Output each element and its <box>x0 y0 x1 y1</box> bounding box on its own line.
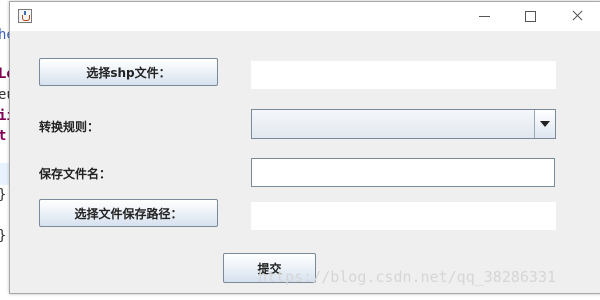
chevron-down-icon <box>540 121 550 127</box>
editor-line: } <box>0 228 6 244</box>
minimize-icon <box>479 16 490 17</box>
choose-save-path-button[interactable]: 选择文件保存路径： <box>39 199 218 227</box>
maximize-icon <box>525 11 536 22</box>
minimize-button[interactable] <box>462 2 508 31</box>
save-filename-label: 保存文件名： <box>39 167 112 181</box>
java-cup-icon[interactable] <box>18 9 32 23</box>
editor-line: t <box>0 128 7 144</box>
save-filename-input[interactable] <box>251 158 555 187</box>
dropdown-arrow-button[interactable] <box>534 110 555 138</box>
dialog-window: 选择shp文件： 转换规则： 保存文件名： 选择文件保存路径： 提交 <box>9 1 600 294</box>
form-panel: 选择shp文件： 转换规则： 保存文件名： 选择文件保存路径： 提交 <box>10 31 600 293</box>
save-path-field[interactable] <box>251 202 556 230</box>
watermark-text: https://blog.csdn.net/qq_38286331 <box>258 268 557 286</box>
close-button[interactable] <box>554 2 600 31</box>
conversion-rule-label: 转换规则： <box>39 120 100 134</box>
choose-shp-file-button[interactable]: 选择shp文件： <box>39 58 218 86</box>
title-bar[interactable] <box>10 2 600 31</box>
shp-path-field[interactable] <box>251 61 556 89</box>
editor-line: } <box>0 187 6 203</box>
conversion-rule-select[interactable] <box>251 109 556 139</box>
maximize-button[interactable] <box>508 2 554 31</box>
